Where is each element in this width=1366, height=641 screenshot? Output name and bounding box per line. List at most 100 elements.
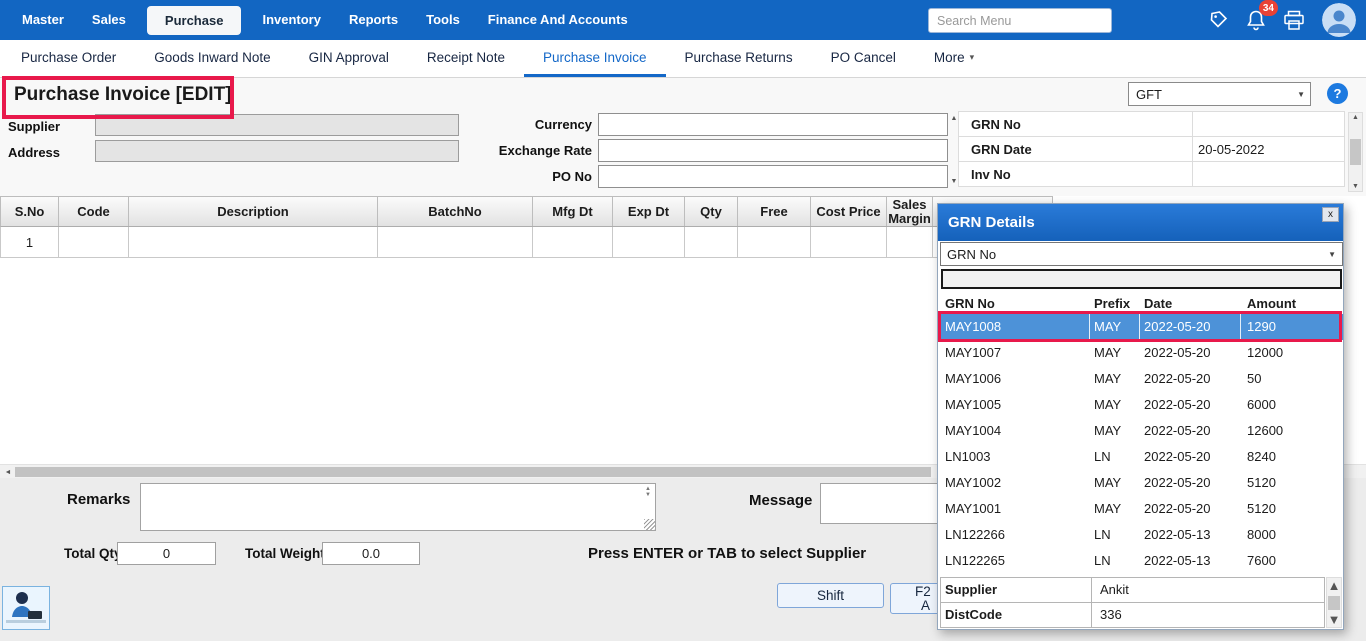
grn-row[interactable]: LN1003LN2022-05-208240 (940, 444, 1343, 470)
cell-cost-price[interactable] (811, 227, 887, 258)
main-menu: Master Sales Purchase Inventory Reports … (0, 0, 1366, 40)
currency-field[interactable] (598, 113, 948, 136)
tab-purchase-returns[interactable]: Purchase Returns (666, 40, 812, 77)
tab-label: Purchase Returns (685, 50, 793, 65)
popup-distcode-value: 336 (1092, 602, 1325, 628)
grn-table-header: GRN No Prefix Date Amount (940, 293, 1340, 314)
col-free: Free (738, 197, 811, 226)
printer-icon[interactable] (1283, 10, 1305, 31)
popup-scrollbar[interactable]: ▲ ▼ (1326, 577, 1342, 628)
scrollbar-thumb[interactable] (1350, 139, 1361, 165)
scroll-down-icon[interactable]: ▼ (1328, 612, 1341, 627)
search-input[interactable] (928, 8, 1112, 33)
grn-row[interactable]: MAY1006MAY2022-05-2050 (940, 366, 1343, 392)
grn-row[interactable]: MAY1001MAY2022-05-205120 (940, 496, 1343, 522)
scrollbar-thumb[interactable] (15, 467, 931, 477)
support-logo[interactable] (2, 586, 50, 630)
exchange-rate-field[interactable] (598, 139, 948, 162)
menu-reports[interactable]: Reports (335, 0, 412, 40)
close-icon[interactable]: x (1322, 207, 1339, 222)
grn-row[interactable]: MAY1002MAY2022-05-205120 (940, 470, 1343, 496)
top-navigation: Master Sales Purchase Inventory Reports … (0, 0, 1366, 40)
scroll-up-icon[interactable]: ▲ (1352, 113, 1359, 122)
chevron-down-icon: ▼ (1328, 250, 1336, 259)
remarks-textarea[interactable] (140, 483, 656, 531)
grn-no-label: GRN No (958, 111, 1192, 137)
popup-supplier-value: Ankit (1092, 577, 1325, 603)
scroll-up-icon[interactable]: ▲ (1328, 578, 1341, 593)
grn-row[interactable]: MAY1005MAY2022-05-206000 (940, 392, 1343, 418)
company-select[interactable]: GFT ▼ (1128, 82, 1311, 106)
resize-grip-icon[interactable] (644, 519, 655, 530)
tab-purchase-invoice[interactable]: Purchase Invoice (524, 40, 666, 77)
spinner-icons[interactable]: ▲▼ (645, 486, 651, 498)
cell-sno[interactable]: 1 (1, 227, 59, 258)
menu-purchase[interactable]: Purchase (147, 6, 242, 35)
supplier-field[interactable] (95, 114, 459, 136)
menu-tools[interactable]: Tools (412, 0, 474, 40)
grn-no-value[interactable] (1192, 111, 1345, 137)
supplier-label: Supplier (8, 119, 60, 134)
tab-po-cancel[interactable]: PO Cancel (812, 40, 915, 77)
items-table-header: S.No Code Description BatchNo Mfg Dt Exp… (0, 196, 1053, 227)
grn-date-value[interactable]: 20-05-2022 (1192, 136, 1345, 162)
help-icon[interactable]: ? (1327, 83, 1348, 104)
scroll-down-icon[interactable]: ▼ (1352, 182, 1359, 191)
col-sno: S.No (1, 197, 59, 226)
chevron-down-icon: ▼ (1297, 90, 1305, 99)
items-table-row[interactable]: 1 (0, 227, 1053, 258)
avatar[interactable] (1322, 3, 1356, 37)
menu-inventory[interactable]: Inventory (248, 0, 335, 40)
grn-rows: MAY1008MAY2022-05-201290 MAY1007MAY2022-… (940, 314, 1343, 574)
popup-header[interactable]: GRN Details (938, 204, 1343, 241)
remarks-label: Remarks (67, 491, 130, 508)
shift-button[interactable]: Shift (777, 583, 884, 608)
tab-gin-approval[interactable]: GIN Approval (290, 40, 408, 77)
cell-sales-margin[interactable] (887, 227, 933, 258)
po-no-field[interactable] (598, 165, 948, 188)
tab-goods-inward-note[interactable]: Goods Inward Note (135, 40, 289, 77)
total-qty-value: 0 (117, 542, 216, 565)
inv-no-value[interactable] (1192, 161, 1345, 187)
total-weight-value: 0.0 (322, 542, 420, 565)
grn-filter-select[interactable]: GRN No ▼ (940, 242, 1343, 266)
cell-batchno[interactable] (378, 227, 533, 258)
scroll-left-icon[interactable]: ◄ (2, 465, 14, 479)
menu-sales[interactable]: Sales (78, 0, 140, 40)
grn-row[interactable]: LN122266LN2022-05-138000 (940, 522, 1343, 548)
address-field[interactable] (95, 140, 459, 162)
grn-col-amount: Amount (1241, 296, 1340, 311)
grn-date-label: GRN Date (958, 136, 1192, 162)
scroll-up-icon[interactable]: ▲ (951, 114, 958, 123)
company-select-value: GFT (1136, 87, 1162, 102)
popup-distcode-row: DistCode 336 (940, 602, 1325, 628)
scroll-down-icon[interactable]: ▼ (951, 177, 958, 186)
grn-row[interactable]: MAY1004MAY2022-05-2012600 (940, 418, 1343, 444)
tab-label: Receipt Note (427, 50, 505, 65)
tags-icon[interactable] (1207, 9, 1229, 31)
grn-row[interactable]: LN122265LN2022-05-137600 (940, 548, 1343, 574)
cell-description[interactable] (129, 227, 378, 258)
grn-row-selected[interactable]: MAY1008MAY2022-05-201290 (940, 314, 1343, 340)
tab-more[interactable]: More▾ (915, 40, 993, 77)
grn-details-popup: GRN Details x GRN No ▼ GRN No Prefix Dat… (937, 203, 1344, 630)
popup-supplier-row: Supplier Ankit (940, 577, 1325, 603)
tab-label: PO Cancel (831, 50, 896, 65)
grn-search-input[interactable] (941, 269, 1342, 289)
cell-free[interactable] (738, 227, 811, 258)
col-exp-dt: Exp Dt (613, 197, 685, 226)
bell-icon[interactable]: 34 (1246, 9, 1266, 31)
menu-finance-and-accounts[interactable]: Finance And Accounts (474, 0, 642, 40)
menu-master[interactable]: Master (8, 0, 78, 40)
cell-mfg-dt[interactable] (533, 227, 613, 258)
right-scrollbar[interactable]: ▲ ▼ (1348, 112, 1363, 192)
cell-code[interactable] (59, 227, 129, 258)
tab-receipt-note[interactable]: Receipt Note (408, 40, 524, 77)
tab-purchase-order[interactable]: Purchase Order (2, 40, 135, 77)
col-description: Description (129, 197, 378, 226)
cell-qty[interactable] (685, 227, 738, 258)
cell-exp-dt[interactable] (613, 227, 685, 258)
grn-row[interactable]: MAY1007MAY2022-05-2012000 (940, 340, 1343, 366)
grn-fields: GRN No GRN Date 20-05-2022 Inv No (958, 112, 1345, 187)
scrollbar-thumb[interactable] (1328, 596, 1340, 610)
